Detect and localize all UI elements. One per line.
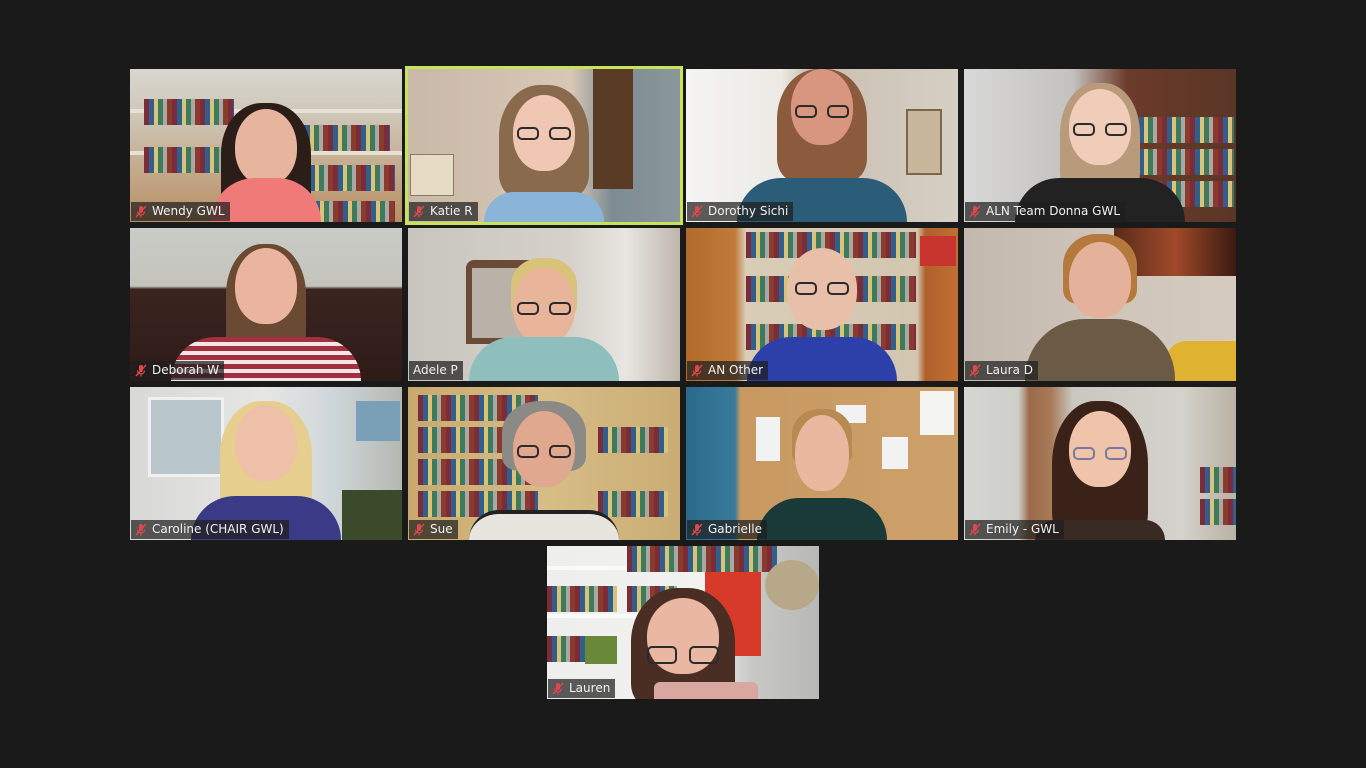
participant-tile[interactable]: ALN Team Donna GWL	[964, 69, 1236, 222]
participant-tile[interactable]: Dorothy Sichi	[686, 69, 958, 222]
participant-name-label: Katie R	[409, 202, 478, 221]
mic-muted-icon	[135, 364, 147, 377]
participant-name: Sue	[430, 522, 453, 536]
video-feed	[408, 69, 680, 222]
participant-name: Wendy GWL	[152, 204, 225, 218]
participant-name-label: Dorothy Sichi	[687, 202, 794, 221]
participant-name-label: Sue	[409, 520, 458, 539]
participant-name-label: Wendy GWL	[131, 202, 230, 221]
participant-tile-active-speaker[interactable]: Katie R	[405, 66, 683, 225]
participant-tile[interactable]: AN Other	[686, 228, 958, 381]
mic-muted-icon	[552, 682, 564, 695]
video-feed	[408, 228, 680, 381]
mic-muted-icon	[691, 364, 703, 377]
video-feed	[964, 387, 1236, 540]
participant-tile[interactable]: Adele P	[408, 228, 680, 381]
video-feed	[130, 228, 402, 381]
participant-name-label: Emily - GWL	[965, 520, 1064, 539]
mic-muted-icon	[969, 205, 981, 218]
mic-muted-icon	[691, 523, 703, 536]
mic-muted-icon	[413, 523, 425, 536]
participant-tile[interactable]: Lauren	[547, 546, 819, 699]
participant-name-label: AN Other	[687, 361, 769, 380]
video-feed	[547, 546, 819, 699]
mic-muted-icon	[969, 523, 981, 536]
participant-tile[interactable]: Deborah W	[130, 228, 402, 381]
mic-muted-icon	[691, 205, 703, 218]
video-feed	[964, 69, 1236, 222]
participant-name-label: Gabrielle	[687, 520, 767, 539]
participant-name: Katie R	[430, 204, 473, 218]
video-gallery: Wendy GWL Katie R Dorothy Sichi ALN Team…	[0, 0, 1366, 768]
mic-muted-icon	[969, 364, 981, 377]
participant-name-label: Adele P	[409, 361, 463, 380]
video-feed	[686, 69, 958, 222]
participant-name-label: Lauren	[548, 679, 616, 698]
participant-name-label: Deborah W	[131, 361, 225, 380]
participant-tile[interactable]: Sue	[408, 387, 680, 540]
participant-tile[interactable]: Wendy GWL	[130, 69, 402, 222]
mic-muted-icon	[413, 205, 425, 218]
video-feed	[686, 387, 958, 540]
video-feed	[130, 387, 402, 540]
participant-tile[interactable]: Laura D	[964, 228, 1236, 381]
participant-name: Deborah W	[152, 363, 220, 377]
participant-name: Gabrielle	[708, 522, 762, 536]
participant-name: Caroline (CHAIR GWL)	[152, 522, 284, 536]
participant-name: Dorothy Sichi	[708, 204, 789, 218]
participant-name: Adele P	[413, 363, 458, 377]
video-feed	[686, 228, 958, 381]
participant-name: Lauren	[569, 681, 611, 695]
mic-muted-icon	[135, 205, 147, 218]
video-feed	[964, 228, 1236, 381]
mic-muted-icon	[135, 523, 147, 536]
participant-tile[interactable]: Gabrielle	[686, 387, 958, 540]
video-feed	[408, 387, 680, 540]
participant-name-label: Laura D	[965, 361, 1038, 380]
participant-name-label: Caroline (CHAIR GWL)	[131, 520, 289, 539]
video-feed	[130, 69, 402, 222]
participant-name: Laura D	[986, 363, 1033, 377]
participant-name: AN Other	[708, 363, 764, 377]
participant-tile[interactable]: Emily - GWL	[964, 387, 1236, 540]
participant-name: ALN Team Donna GWL	[986, 204, 1121, 218]
participant-tile[interactable]: Caroline (CHAIR GWL)	[130, 387, 402, 540]
participant-name-label: ALN Team Donna GWL	[965, 202, 1126, 221]
participant-name: Emily - GWL	[986, 522, 1059, 536]
